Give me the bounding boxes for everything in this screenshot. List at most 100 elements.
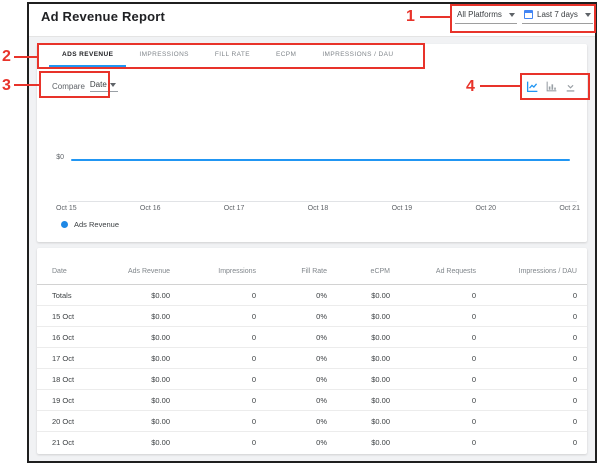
table-cell: 0% bbox=[256, 438, 327, 447]
table-cell: $0.00 bbox=[327, 396, 390, 405]
x-axis-label: Oct 19 bbox=[392, 205, 413, 212]
x-axis-line bbox=[68, 201, 577, 202]
table-cell: $0.00 bbox=[112, 396, 170, 405]
table-cell: 17 Oct bbox=[52, 354, 112, 363]
line-chart-icon[interactable] bbox=[526, 80, 539, 93]
annotation-number-2: 2 bbox=[2, 49, 11, 65]
table-cell: 0 bbox=[476, 354, 577, 363]
table-cell: $0.00 bbox=[112, 333, 170, 342]
table-row: 17 Oct$0.0000%$0.0000 bbox=[37, 348, 587, 369]
table-cell: 0 bbox=[476, 417, 577, 426]
date-range-value: Last 7 days bbox=[537, 10, 578, 19]
annotation-line-2 bbox=[14, 56, 37, 58]
table-body: Totals$0.0000%$0.000015 Oct$0.0000%$0.00… bbox=[37, 285, 587, 453]
x-axis-labels: Oct 15Oct 16Oct 17Oct 18Oct 19Oct 20Oct … bbox=[56, 205, 580, 212]
platform-filter-dropdown[interactable]: All Platforms bbox=[455, 8, 517, 24]
table-cell: 0 bbox=[390, 333, 476, 342]
table-cell: 0 bbox=[476, 312, 577, 321]
page-title: Ad Revenue Report bbox=[41, 9, 165, 24]
table-cell: 0 bbox=[390, 312, 476, 321]
table-cell: $0.00 bbox=[327, 312, 390, 321]
chevron-down-icon bbox=[110, 83, 116, 87]
table-row: 18 Oct$0.0000%$0.0000 bbox=[37, 369, 587, 390]
table-cell: $0.00 bbox=[327, 438, 390, 447]
x-axis-label: Oct 20 bbox=[475, 205, 496, 212]
table-cell: $0.00 bbox=[327, 333, 390, 342]
annotation-line-1 bbox=[420, 16, 450, 18]
table-cell: $0.00 bbox=[112, 291, 170, 300]
column-header: Ad Requests bbox=[390, 268, 476, 284]
chart-card: ADS REVENUEIMPRESSIONSFILL RATEECPMIMPRE… bbox=[37, 44, 587, 242]
table-cell: $0.00 bbox=[327, 291, 390, 300]
x-axis-label: Oct 21 bbox=[559, 205, 580, 212]
screenshot-canvas: Ad Revenue Report All Platforms Last 7 d… bbox=[0, 0, 600, 467]
table-cell: 0% bbox=[256, 396, 327, 405]
header-divider bbox=[29, 36, 595, 37]
compare-label: Compare bbox=[52, 82, 85, 91]
column-header: Ads Revenue bbox=[112, 268, 170, 284]
table-cell: 0 bbox=[170, 291, 256, 300]
table-cell: 0 bbox=[170, 396, 256, 405]
annotation-number-1: 1 bbox=[406, 9, 415, 25]
download-icon[interactable] bbox=[564, 80, 577, 93]
bar-chart-icon[interactable] bbox=[545, 80, 558, 93]
report-tabs: ADS REVENUEIMPRESSIONSFILL RATEECPMIMPRE… bbox=[37, 44, 587, 67]
tab-ecpm[interactable]: ECPM bbox=[263, 44, 309, 67]
table-cell: $0.00 bbox=[112, 438, 170, 447]
table-cell: 0 bbox=[476, 333, 577, 342]
column-header: Impressions bbox=[170, 268, 256, 284]
table-cell: 0% bbox=[256, 291, 327, 300]
table-cell: 0 bbox=[390, 375, 476, 384]
date-range-dropdown[interactable]: Last 7 days bbox=[522, 8, 593, 24]
chevron-down-icon bbox=[509, 13, 515, 17]
table-cell: 15 Oct bbox=[52, 312, 112, 321]
table-cell: 19 Oct bbox=[52, 396, 112, 405]
tab-impressions[interactable]: IMPRESSIONS bbox=[126, 44, 202, 67]
column-header: Impressions / DAU bbox=[476, 268, 577, 284]
table-cell: $0.00 bbox=[112, 417, 170, 426]
table-cell: 0% bbox=[256, 417, 327, 426]
column-header: Fill Rate bbox=[256, 268, 327, 284]
table-row: Totals$0.0000%$0.0000 bbox=[37, 285, 587, 306]
table-cell: $0.00 bbox=[112, 312, 170, 321]
table-cell: 0 bbox=[390, 417, 476, 426]
table-header-row: DateAds RevenueImpressionsFill RateeCPMA… bbox=[37, 248, 587, 285]
table-cell: 21 Oct bbox=[52, 438, 112, 447]
table-cell: 0 bbox=[170, 354, 256, 363]
table-cell: $0.00 bbox=[112, 354, 170, 363]
chart-legend: Ads Revenue bbox=[61, 220, 119, 229]
compare-value: Date bbox=[90, 80, 107, 89]
table-cell: 0 bbox=[170, 375, 256, 384]
column-header: eCPM bbox=[327, 268, 390, 284]
tab-ads-revenue[interactable]: ADS REVENUE bbox=[49, 44, 126, 67]
table-cell: $0.00 bbox=[112, 375, 170, 384]
x-axis-label: Oct 17 bbox=[224, 205, 245, 212]
compare-dropdown[interactable]: Compare Date bbox=[52, 80, 118, 92]
table-cell: 0 bbox=[390, 291, 476, 300]
revenue-series-line bbox=[71, 159, 570, 161]
table-cell: 0 bbox=[170, 333, 256, 342]
table-cell: 0% bbox=[256, 333, 327, 342]
table-row: 16 Oct$0.0000%$0.0000 bbox=[37, 327, 587, 348]
y-axis-tick-label: $0 bbox=[46, 154, 64, 161]
legend-label: Ads Revenue bbox=[74, 220, 119, 229]
annotation-line-3 bbox=[14, 84, 39, 86]
tab-fill-rate[interactable]: FILL RATE bbox=[202, 44, 263, 67]
table-cell: 0 bbox=[476, 438, 577, 447]
table-cell: 0 bbox=[390, 354, 476, 363]
x-axis-label: Oct 18 bbox=[308, 205, 329, 212]
tab-impressions-dau[interactable]: IMPRESSIONS / DAU bbox=[309, 44, 406, 67]
table-cell: 0 bbox=[476, 396, 577, 405]
legend-dot-icon bbox=[61, 221, 68, 228]
table-row: 15 Oct$0.0000%$0.0000 bbox=[37, 306, 587, 327]
table-cell: 0 bbox=[390, 438, 476, 447]
chevron-down-icon bbox=[585, 13, 591, 17]
table-cell: Totals bbox=[52, 291, 112, 300]
table-cell: 0 bbox=[476, 291, 577, 300]
table-cell: 0% bbox=[256, 375, 327, 384]
table-cell: 0% bbox=[256, 354, 327, 363]
x-axis-label: Oct 15 bbox=[56, 205, 77, 212]
annotation-number-4: 4 bbox=[466, 79, 475, 95]
table-row: 20 Oct$0.0000%$0.0000 bbox=[37, 411, 587, 432]
column-header: Date bbox=[52, 268, 112, 284]
